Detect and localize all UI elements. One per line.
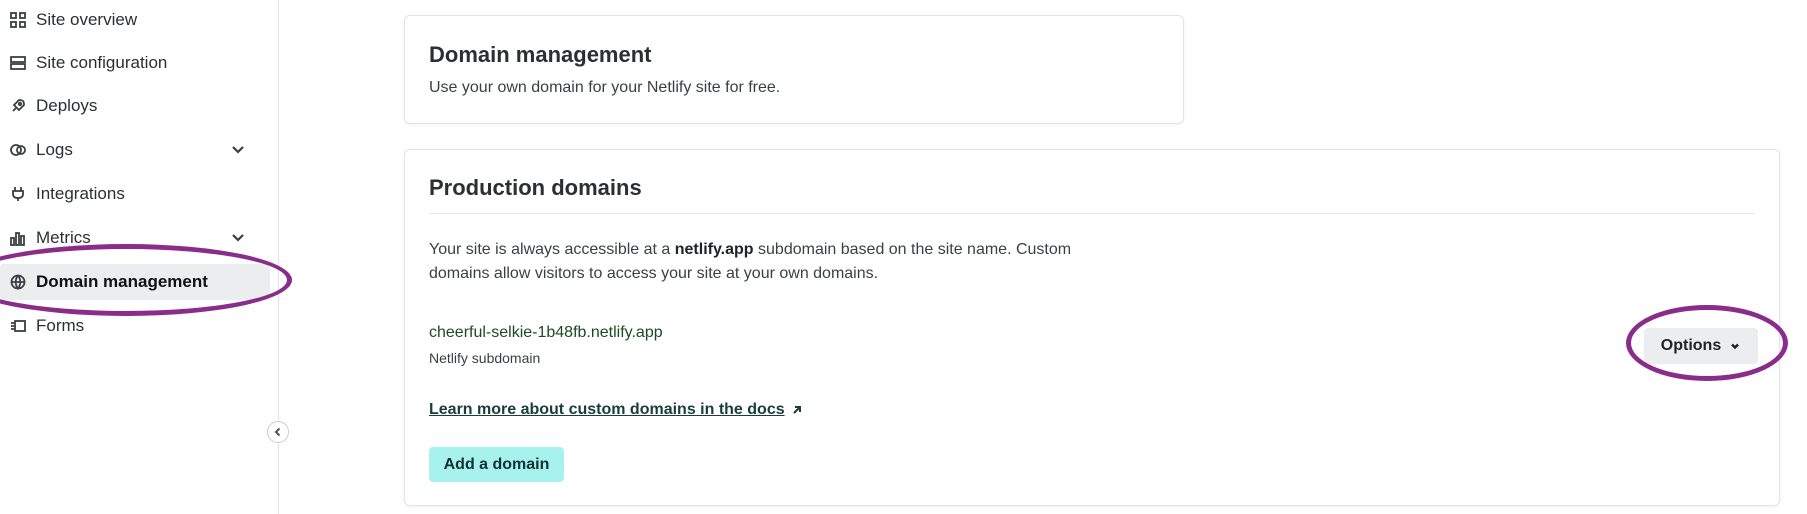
section-description: Your site is always accessible at a netl… — [429, 241, 1072, 282]
grid-icon — [8, 10, 28, 30]
sidebar-item-label: Site overview — [36, 10, 138, 29]
rocket-icon — [8, 96, 28, 116]
docs-link[interactable]: Learn more about custom domains in the d… — [429, 401, 803, 419]
sidebar-item-label: Integrations — [36, 184, 125, 203]
chevron-down-icon[interactable] — [230, 229, 248, 247]
add-domain-button[interactable]: Add a domain — [429, 447, 564, 482]
plug-icon — [8, 184, 28, 204]
config-icon — [8, 53, 28, 73]
domain-management-card: Domain management Use your own domain fo… — [404, 15, 1184, 124]
sidebar-item-label: Site configuration — [36, 53, 168, 72]
chevron-left-icon — [273, 427, 283, 437]
sidebar-item-logs[interactable]: Logs — [0, 132, 270, 168]
sidebar-item-site-configuration[interactable]: Site configuration — [0, 45, 270, 81]
sidebar-item-integrations[interactable]: Integrations — [0, 176, 270, 212]
collapse-sidebar-button[interactable] — [267, 421, 289, 443]
domain-type: Netlify subdomain — [429, 350, 541, 366]
card-title: Domain management — [429, 42, 652, 67]
forms-icon — [8, 316, 28, 336]
sidebar-item-label: Forms — [36, 316, 85, 335]
card-description: Use your own domain for your Netlify sit… — [429, 79, 781, 96]
sidebar-item-site-overview[interactable]: Site overview — [0, 2, 270, 38]
chevron-down-icon[interactable] — [230, 141, 248, 159]
sidebar-item-label: Deploys — [36, 96, 98, 115]
domain-name: cheerful-selkie-1b48fb.netlify.app — [429, 324, 663, 341]
logs-icon — [8, 140, 28, 160]
external-link-icon — [785, 404, 803, 416]
production-domains-card: Production domains Your site is always a… — [404, 149, 1780, 506]
sidebar-item-label: Logs — [36, 140, 73, 159]
netlify-app-text: netlify.app — [674, 241, 754, 258]
annotation-oval-options — [1626, 305, 1788, 381]
section-title: Production domains — [429, 175, 642, 200]
divider — [429, 213, 1755, 214]
bar-chart-icon — [8, 228, 28, 248]
sidebar-item-deploys[interactable]: Deploys — [0, 88, 270, 124]
